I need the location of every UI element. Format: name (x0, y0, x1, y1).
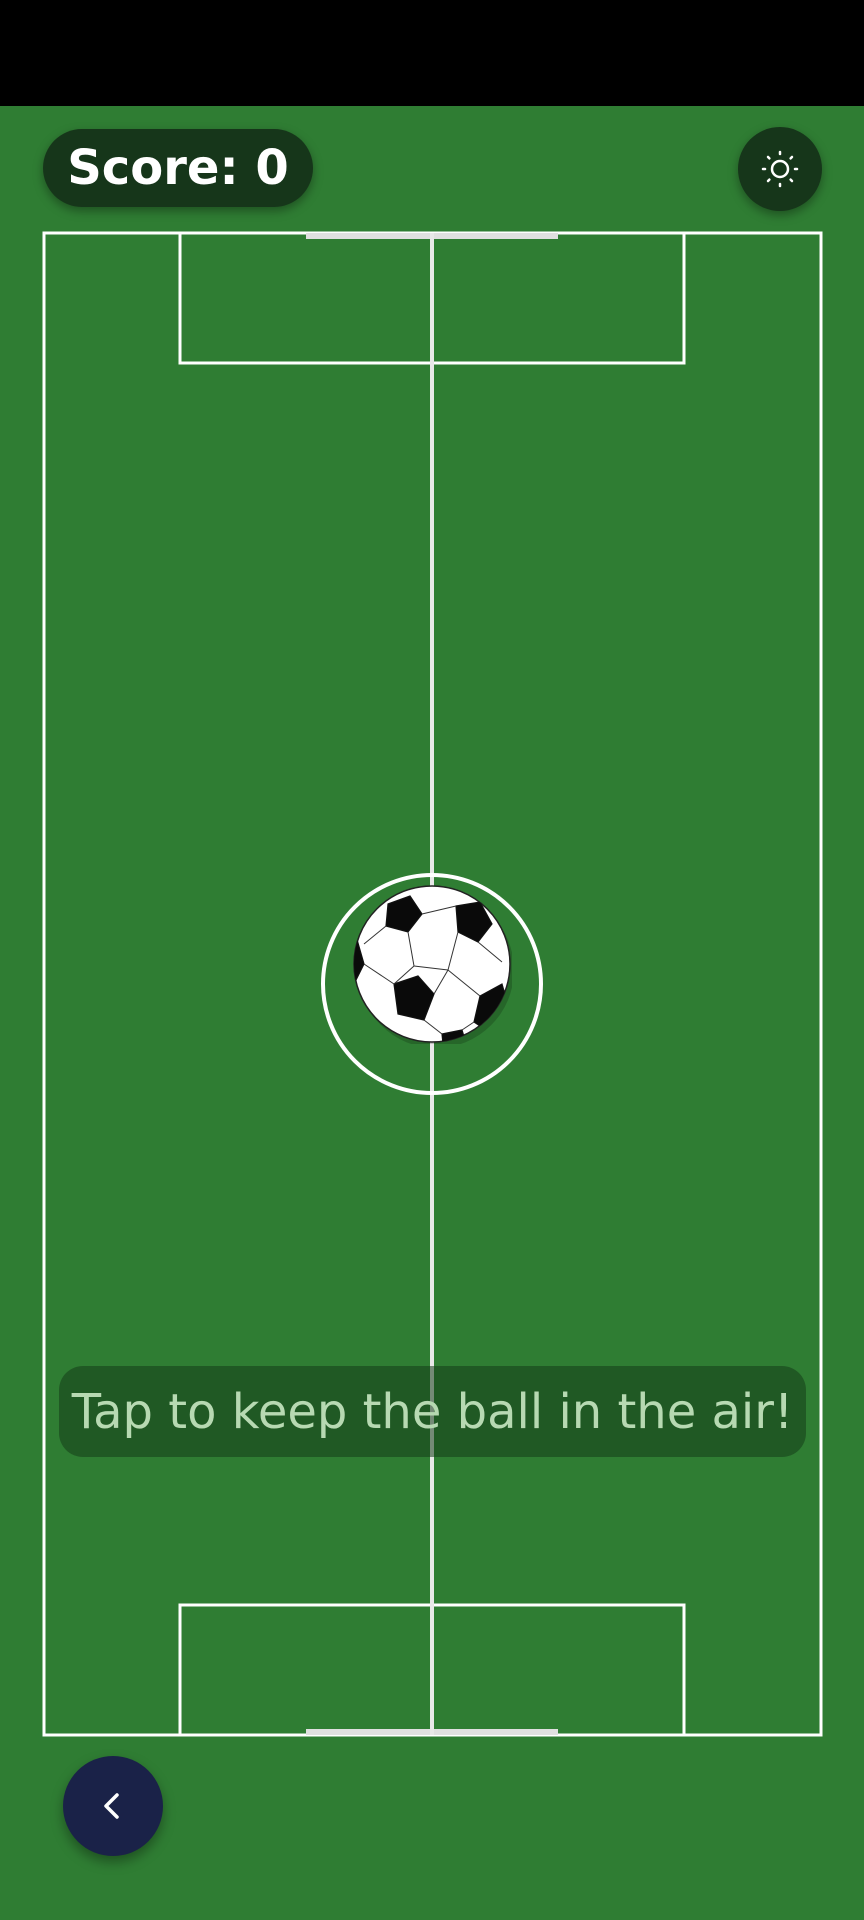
soccer-ball[interactable] (352, 884, 512, 1044)
status-bar (0, 0, 864, 106)
theme-toggle-button[interactable] (738, 127, 822, 211)
sun-icon (761, 150, 799, 188)
instruction-text: Tap to keep the ball in the air! (71, 1383, 794, 1440)
score-label: Score: 0 (67, 140, 289, 196)
back-button[interactable] (63, 1756, 163, 1856)
instruction-banner: Tap to keep the ball in the air! (59, 1366, 806, 1457)
bottom-penalty-box (178, 1603, 686, 1737)
top-penalty-box (178, 231, 686, 365)
score-display: Score: 0 (43, 129, 313, 207)
chevron-left-icon (104, 1793, 119, 1819)
